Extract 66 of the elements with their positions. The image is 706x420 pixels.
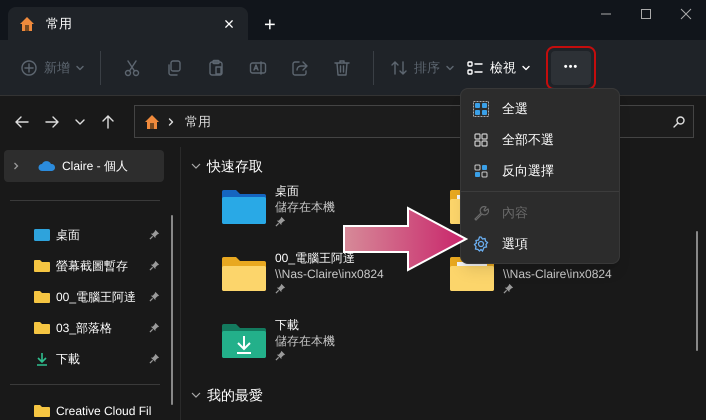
more-button[interactable]: ••• — [551, 50, 591, 84]
sidebar-item[interactable]: Claire - 個人 — [4, 150, 164, 182]
grid-squares-icon — [473, 132, 489, 148]
select-all-icon — [473, 100, 489, 116]
up-arrow-icon[interactable] — [100, 114, 116, 130]
cloud-icon — [38, 160, 56, 172]
menu-item[interactable]: 反向選擇 — [461, 155, 619, 186]
download-folder-icon — [221, 323, 267, 359]
item-name: 下載 — [275, 317, 300, 333]
search-icon[interactable] — [673, 116, 685, 128]
item-name: 桌面 — [275, 183, 300, 199]
clipboard-icon — [207, 58, 225, 76]
quick-access-item[interactable]: 桌面 儲存在本機 — [219, 181, 335, 248]
tab[interactable]: 常用 × — [8, 7, 248, 40]
chevron-right-icon — [167, 118, 175, 126]
home-icon — [18, 14, 36, 32]
folder-icon — [34, 321, 50, 334]
menu-item[interactable]: 選項 — [461, 228, 619, 259]
share-icon — [291, 58, 309, 76]
folder-icon — [34, 259, 50, 272]
section-heading[interactable]: 我的最愛 — [207, 384, 263, 406]
quick-access-item[interactable]: 下載 儲存在本機 — [219, 315, 335, 382]
sidebar-item[interactable]: 螢幕截圖暫存 — [4, 250, 174, 281]
download-icon — [34, 350, 50, 366]
close-icon[interactable] — [680, 8, 692, 20]
chevron-right-icon[interactable] — [12, 162, 20, 170]
close-tab-button[interactable]: × — [220, 14, 238, 32]
sidebar-item[interactable]: Creative Cloud Fil — [4, 395, 174, 420]
sidebar-item[interactable]: 下載 — [4, 343, 174, 374]
folder-icon — [221, 256, 267, 292]
maximize-icon[interactable] — [640, 8, 652, 20]
path-text: 常用 — [185, 112, 212, 131]
desktop-folder-icon — [34, 228, 50, 242]
item-location: \\Nas-Claire\inx0824 — [503, 266, 612, 282]
sidebar-item[interactable]: 桌面 — [4, 219, 174, 250]
item-location: 儲存在本機 — [275, 199, 335, 215]
tab-title: 常用 — [46, 14, 73, 33]
folder-icon — [34, 290, 50, 303]
folder-icon — [34, 404, 50, 417]
chevron-down-icon[interactable] — [191, 161, 201, 171]
chevron-down-icon — [522, 64, 530, 72]
item-location: 儲存在本機 — [275, 333, 335, 349]
scissors-icon — [123, 58, 141, 76]
chevron-down-icon — [76, 64, 84, 72]
settings-icon — [473, 236, 489, 252]
quick-access-item[interactable]: 00_電腦王阿達 \\Nas-Claire\inx0824 — [219, 248, 384, 315]
view-button[interactable]: 檢視 — [460, 50, 536, 86]
wrench-icon — [473, 204, 489, 220]
plus-circle-icon — [20, 58, 38, 76]
section-heading[interactable]: 快速存取 — [207, 156, 263, 176]
invert-selection-icon — [473, 162, 489, 178]
sidebar-item[interactable]: 00_電腦王阿達 — [4, 281, 174, 312]
item-location: \\Nas-Claire\inx0824 — [275, 266, 384, 282]
trash-icon — [333, 58, 351, 76]
chevron-down-icon — [446, 64, 454, 72]
list-view-icon — [466, 58, 484, 76]
sort-arrows-icon — [390, 58, 408, 76]
sidebar-item[interactable]: 03_部落格 — [4, 312, 174, 343]
forward-arrow-icon[interactable] — [44, 114, 60, 130]
back-arrow-icon[interactable] — [14, 114, 30, 130]
item-name: 00_電腦王阿達 — [275, 250, 356, 266]
rename-icon — [249, 58, 267, 76]
home-icon — [143, 112, 161, 130]
new-tab-button[interactable]: + — [264, 15, 276, 35]
chevron-down-icon[interactable] — [191, 390, 201, 400]
desktop-folder-icon — [221, 189, 267, 225]
